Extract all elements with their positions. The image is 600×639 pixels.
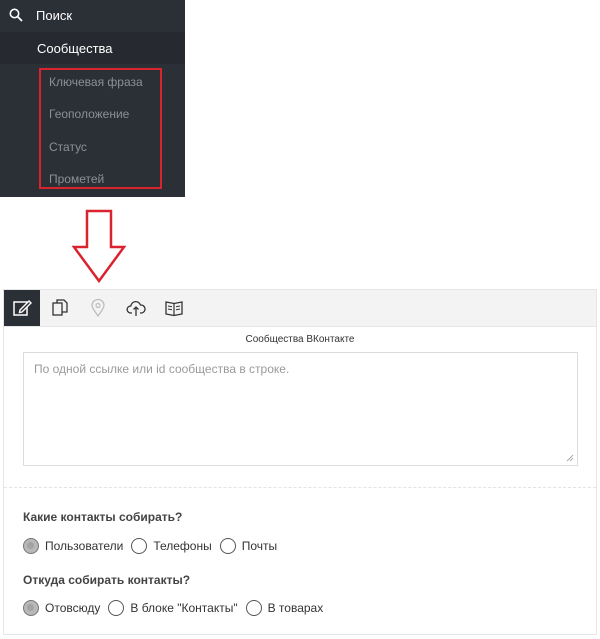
sidebar-menu: Поиск Сообщества Ключевая фраза Геополож…: [0, 0, 185, 197]
toolbar: [4, 290, 596, 327]
contacts-source-group: Отовсюду В блоке "Контакты" В товарах: [23, 600, 331, 616]
contacts-type-label: Какие контакты собирать?: [23, 510, 183, 524]
submenu-item-keyword[interactable]: Ключевая фраза: [49, 75, 143, 89]
sidebar-item-label: Поиск: [36, 8, 73, 23]
radio-label: Пользователи: [45, 539, 124, 553]
submenu-item-geo[interactable]: Геоположение: [49, 107, 129, 121]
radio-label: Отовсюду: [45, 601, 101, 615]
radio-contacts-block[interactable]: В блоке "Контакты": [108, 600, 238, 616]
sidebar-item-label: Сообщества: [37, 41, 113, 56]
contacts-source-label: Откуда собирать контакты?: [23, 573, 191, 587]
radio-label: Телефоны: [153, 539, 212, 553]
location-button[interactable]: [80, 290, 116, 326]
radio-circle[interactable]: [23, 538, 39, 554]
radio-circle[interactable]: [108, 600, 125, 616]
radio-everywhere[interactable]: Отовсюду: [23, 600, 100, 616]
down-arrow-icon: [72, 209, 126, 283]
radio-label: Почты: [241, 539, 278, 553]
upload-button[interactable]: [118, 290, 154, 326]
radio-circle[interactable]: [219, 538, 236, 554]
edit-button[interactable]: [4, 290, 40, 326]
radio-label: В товарах: [267, 601, 324, 615]
book-icon: [165, 301, 183, 317]
location-pin-icon: [91, 298, 105, 318]
radio-label: В блоке "Контакты": [130, 601, 238, 615]
radio-circle[interactable]: [23, 600, 39, 616]
radio-circle[interactable]: [245, 600, 262, 616]
divider: [4, 487, 596, 488]
radio-products[interactable]: В товарах: [245, 600, 324, 616]
book-button[interactable]: [156, 290, 192, 326]
cloud-upload-icon: [126, 300, 146, 316]
copy-button[interactable]: [42, 290, 78, 326]
textarea-placeholder: По одной ссылке или id сообщества в стро…: [34, 362, 290, 376]
edit-icon: [13, 300, 32, 316]
radio-circle[interactable]: [131, 538, 148, 554]
sidebar-item-search[interactable]: Поиск: [0, 0, 185, 32]
field-caption: Сообщества ВКонтакте: [245, 334, 355, 345]
sidebar-item-communities[interactable]: Сообщества: [0, 32, 185, 64]
radio-phones[interactable]: Телефоны: [131, 538, 212, 554]
radio-emails[interactable]: Почты: [219, 538, 278, 554]
resize-grip-icon[interactable]: [566, 454, 574, 462]
copy-icon: [52, 299, 68, 316]
radio-users[interactable]: Пользователи: [23, 538, 123, 554]
submenu-item-status[interactable]: Статус: [49, 140, 87, 154]
submenu-item-prometheus[interactable]: Прометей: [49, 172, 104, 186]
communities-textarea[interactable]: По одной ссылке или id сообщества в стро…: [23, 352, 578, 466]
communities-panel: Сообщества ВКонтакте По одной ссылке или…: [3, 289, 597, 635]
contacts-type-group: Пользователи Телефоны Почты: [23, 538, 285, 554]
search-icon: [9, 8, 23, 22]
